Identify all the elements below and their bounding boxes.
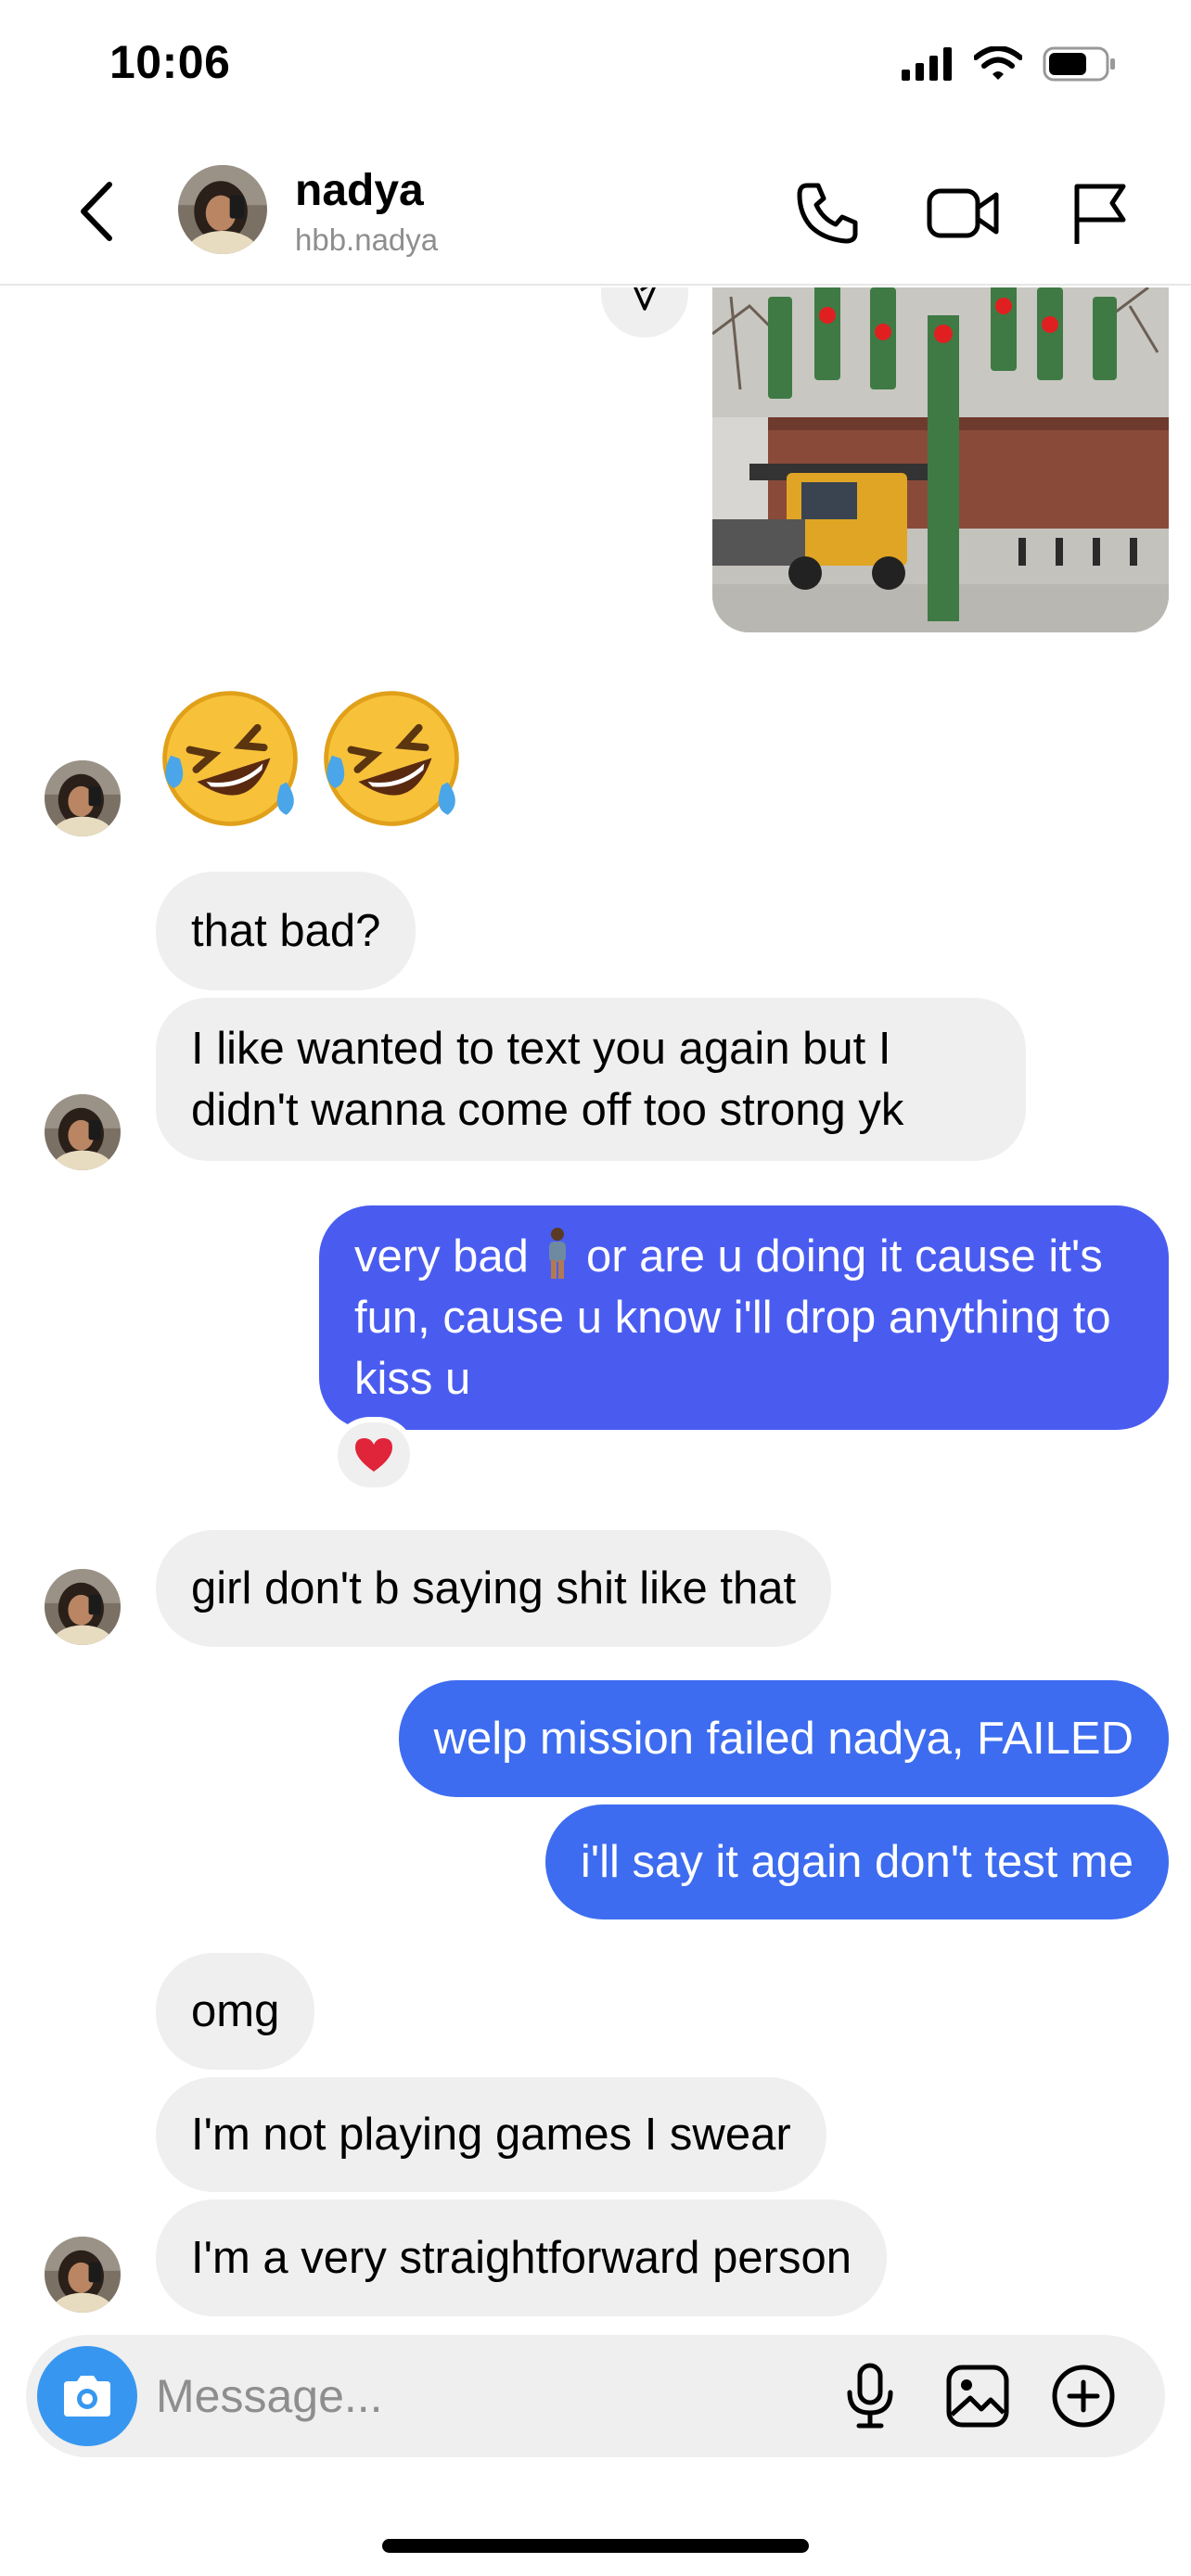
person-standing-emoji-icon [548, 1228, 566, 1279]
battery-icon [1043, 46, 1115, 82]
outgoing-message[interactable]: i'll say it again don't test me [544, 1804, 1169, 1919]
back-icon [81, 182, 112, 241]
message-text: very bad [354, 1231, 529, 1282]
outgoing-message[interactable]: welp mission failed nadya, FAILED [398, 1680, 1169, 1797]
incoming-message[interactable]: omg [156, 1953, 315, 2070]
wifi-icon [974, 46, 1022, 80]
incoming-message[interactable]: girl don't b saying shit like that [156, 1530, 832, 1647]
avatar[interactable] [45, 1569, 121, 1645]
avatar[interactable] [178, 165, 267, 254]
incoming-message[interactable]: I'm a very straightforward person [156, 2200, 887, 2316]
send-icon [634, 287, 656, 311]
home-indicator[interactable] [382, 2539, 809, 2553]
camera-button[interactable] [37, 2346, 137, 2446]
message-composer [26, 2335, 1165, 2457]
heart-icon [355, 1438, 392, 1472]
avatar[interactable] [45, 2237, 121, 2313]
chat-header: nadya hbb.nadya [0, 139, 1191, 286]
share-button[interactable] [601, 287, 688, 338]
status-time: 10:06 [109, 36, 231, 88]
traffic-light-tree-photo [712, 287, 1169, 632]
shared-photo[interactable] [712, 287, 1169, 632]
report-button[interactable] [1061, 174, 1139, 252]
contact-name[interactable]: nadya [295, 165, 424, 216]
signal-icon [902, 47, 952, 81]
flag-icon [1074, 184, 1126, 244]
avatar[interactable] [45, 760, 121, 836]
video-call-button[interactable] [924, 174, 1002, 252]
incoming-message[interactable]: I like wanted to text you again but I di… [156, 998, 1026, 1161]
avatar[interactable] [45, 1094, 121, 1170]
outgoing-message[interactable]: very bad or are u doing it cause it's fu… [319, 1205, 1169, 1430]
message-input[interactable] [156, 2363, 805, 2429]
camera-icon [64, 2376, 110, 2417]
status-bar: 10:06 [0, 0, 1191, 139]
gallery-button[interactable] [941, 2359, 1015, 2433]
video-icon [927, 188, 999, 238]
contact-handle[interactable]: hbb.nadya [295, 223, 438, 258]
incoming-message[interactable]: that bad? [156, 872, 416, 990]
add-icon [1052, 2365, 1115, 2428]
rolling-laughing-emoji-icon [156, 684, 304, 833]
back-button[interactable] [69, 174, 124, 249]
heart-reaction[interactable] [332, 1417, 416, 1493]
voice-message-button[interactable] [833, 2359, 907, 2433]
call-button[interactable] [788, 174, 866, 252]
message-thread[interactable]: that bad? I like wanted to text you agai… [0, 287, 1191, 2327]
microphone-icon [847, 2363, 893, 2429]
rolling-laughing-emoji-icon [317, 684, 466, 833]
gallery-icon [946, 2365, 1009, 2428]
add-button[interactable] [1046, 2359, 1121, 2433]
emoji-message[interactable] [156, 684, 466, 833]
status-icons [902, 46, 1117, 82]
incoming-message[interactable]: I'm not playing games I swear [156, 2077, 826, 2192]
phone-icon [797, 183, 858, 244]
